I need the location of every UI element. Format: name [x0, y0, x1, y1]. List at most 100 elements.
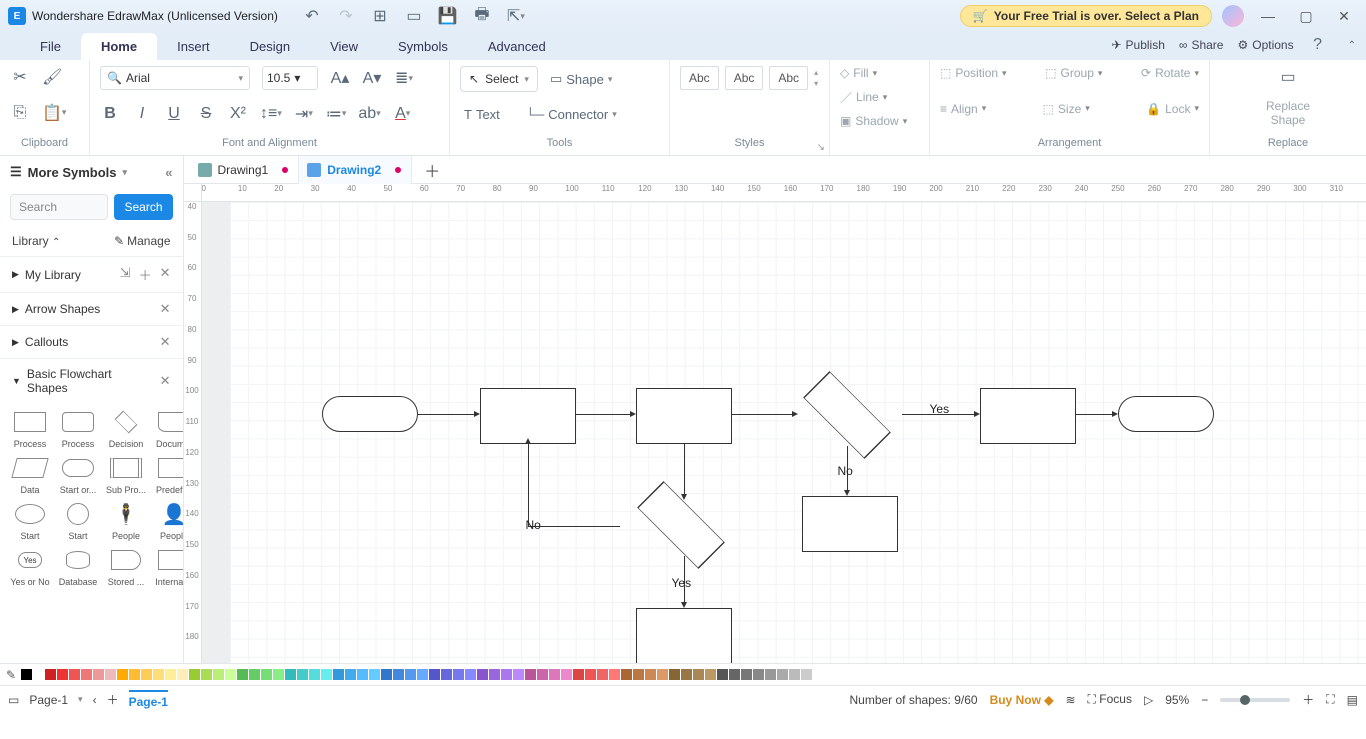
replace-shape-icon[interactable]: ▭: [1278, 66, 1298, 88]
node-process-1[interactable]: [480, 388, 576, 444]
color-swatch[interactable]: [309, 669, 320, 680]
trial-banner[interactable]: 🛒Your Free Trial is over. Select a Plan: [960, 5, 1212, 27]
decrease-font-icon[interactable]: A▾: [362, 67, 382, 89]
paintbrush-icon[interactable]: 🖌: [42, 66, 62, 88]
color-swatch[interactable]: [249, 669, 260, 680]
shape-process-rounded[interactable]: Process: [54, 407, 102, 451]
close-button[interactable]: ✕: [1330, 8, 1358, 25]
add-tab-button[interactable]: ＋: [412, 158, 452, 182]
align-para-icon[interactable]: ≣▾: [394, 67, 414, 89]
color-swatch[interactable]: [369, 669, 380, 680]
import-icon[interactable]: ⇲: [120, 265, 131, 284]
color-swatch[interactable]: [609, 669, 620, 680]
group-button[interactable]: ⬚Group▾: [1045, 66, 1102, 80]
menu-view[interactable]: View: [310, 33, 378, 60]
color-swatch[interactable]: [729, 669, 740, 680]
color-swatch[interactable]: [21, 669, 32, 680]
lock-button[interactable]: 🔒Lock▾: [1146, 102, 1199, 116]
close-icon[interactable]: ✕: [160, 301, 171, 317]
color-swatch[interactable]: [717, 669, 728, 680]
style-preset[interactable]: Abc: [680, 66, 719, 90]
print-icon[interactable]: 🖶: [472, 5, 492, 27]
color-swatch[interactable]: [693, 669, 704, 680]
shape-start-ellipse[interactable]: Start: [6, 499, 54, 543]
shape-process[interactable]: Process: [6, 407, 54, 451]
size-button[interactable]: ⬚Size▾: [1043, 102, 1090, 116]
color-swatch[interactable]: [489, 669, 500, 680]
color-swatch[interactable]: [477, 669, 488, 680]
publish-button[interactable]: ✈Publish: [1111, 38, 1164, 52]
options-button[interactable]: ⚙Options: [1237, 38, 1293, 52]
color-swatch[interactable]: [273, 669, 284, 680]
menu-home[interactable]: Home: [81, 33, 157, 60]
color-swatch[interactable]: [681, 669, 692, 680]
node-process-4[interactable]: [802, 496, 898, 552]
copy-icon[interactable]: ⎘: [10, 102, 30, 124]
color-swatch[interactable]: [549, 669, 560, 680]
style-preset[interactable]: Abc: [769, 66, 808, 90]
color-swatch[interactable]: [633, 669, 644, 680]
zoom-in-icon[interactable]: ＋: [1302, 691, 1314, 708]
open-icon[interactable]: ▭: [404, 5, 424, 27]
cut-icon[interactable]: ✂: [10, 66, 30, 88]
font-size-combo[interactable]: 10.5▾: [262, 66, 318, 90]
node-process-3[interactable]: [980, 388, 1076, 444]
add-page-icon[interactable]: ＋: [107, 691, 119, 708]
color-swatch[interactable]: [333, 669, 344, 680]
eyedropper-icon[interactable]: ✎: [6, 668, 16, 682]
font-name-combo[interactable]: 🔍Arial▾: [100, 66, 250, 90]
line-button[interactable]: ／Line▾: [840, 89, 919, 106]
menu-insert[interactable]: Insert: [157, 33, 230, 60]
paste-icon[interactable]: 📋▾: [42, 102, 66, 124]
minimize-button[interactable]: —: [1254, 8, 1282, 24]
color-swatch[interactable]: [597, 669, 608, 680]
search-button[interactable]: Search: [114, 194, 172, 220]
menu-file[interactable]: File: [20, 33, 81, 60]
color-swatch[interactable]: [165, 669, 176, 680]
buy-now-button[interactable]: Buy Now ◆: [990, 693, 1054, 707]
menu-advanced[interactable]: Advanced: [468, 33, 566, 60]
color-swatch[interactable]: [213, 669, 224, 680]
color-swatch[interactable]: [777, 669, 788, 680]
color-swatch[interactable]: [573, 669, 584, 680]
pages-icon[interactable]: ▭: [8, 693, 19, 707]
cat-callouts[interactable]: ▶Callouts✕: [0, 325, 183, 358]
color-swatch[interactable]: [621, 669, 632, 680]
color-swatch[interactable]: [537, 669, 548, 680]
shape-internal[interactable]: Internal...: [150, 545, 183, 589]
page-selector[interactable]: Page-1: [29, 693, 68, 707]
align-button[interactable]: ≡Align▾: [940, 102, 986, 116]
color-swatch[interactable]: [261, 669, 272, 680]
redo-icon[interactable]: ↷: [336, 5, 356, 27]
color-swatch[interactable]: [81, 669, 92, 680]
dialog-launcher-icon[interactable]: ↘: [817, 142, 825, 153]
shape-document[interactable]: Docum...: [150, 407, 183, 451]
new-icon[interactable]: ⊞: [370, 5, 390, 27]
color-swatch[interactable]: [45, 669, 56, 680]
prev-page-icon[interactable]: ‹: [93, 693, 97, 707]
color-swatch[interactable]: [69, 669, 80, 680]
doctab-drawing1[interactable]: Drawing1: [190, 156, 300, 184]
fontcolor-icon[interactable]: A▾: [393, 103, 413, 125]
shape-stored[interactable]: Stored ...: [102, 545, 150, 589]
share-button[interactable]: ∞Share: [1179, 38, 1224, 52]
case-icon[interactable]: ab▾: [358, 103, 380, 125]
doctab-drawing2[interactable]: Drawing2: [299, 156, 412, 184]
help-icon[interactable]: ?: [1308, 34, 1328, 56]
connector-tool[interactable]: └─Connector▾: [526, 107, 617, 122]
export-icon[interactable]: ⇱ ▾: [506, 5, 526, 27]
color-swatch[interactable]: [285, 669, 296, 680]
indent-icon[interactable]: ⇥▾: [294, 103, 314, 125]
strike-icon[interactable]: S: [196, 103, 216, 125]
color-swatch[interactable]: [789, 669, 800, 680]
color-swatch[interactable]: [129, 669, 140, 680]
underline-icon[interactable]: U: [164, 103, 184, 125]
shadow-button[interactable]: ▣Shadow▾: [840, 114, 919, 128]
color-swatch[interactable]: [801, 669, 812, 680]
color-swatch[interactable]: [141, 669, 152, 680]
increase-font-icon[interactable]: A▴: [330, 67, 350, 89]
node-terminator-start[interactable]: [322, 396, 418, 432]
shape-terminator[interactable]: Start or...: [54, 453, 102, 497]
shape-people-stick[interactable]: 🕴People: [102, 499, 150, 543]
color-swatch[interactable]: [657, 669, 668, 680]
